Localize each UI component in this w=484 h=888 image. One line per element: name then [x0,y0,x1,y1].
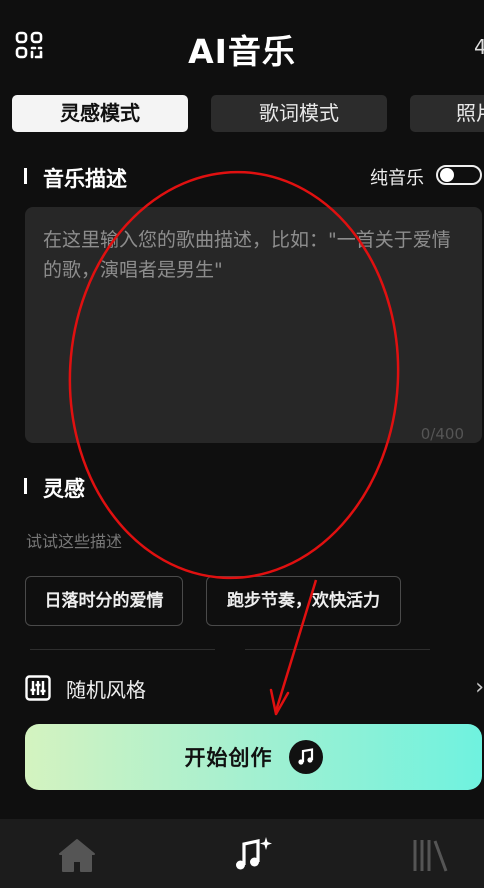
header-edge-text: 4 [474,35,484,59]
mode-tabs: 灵感模式 歌词模式 照片 [0,95,484,133]
app-header: AI音乐 4 [0,0,484,92]
character-counter: 0/400 [420,425,464,443]
bottom-nav [0,819,484,888]
random-style-row[interactable]: 随机风格 › [25,673,484,703]
inspiration-section-title: 灵感 [43,477,85,501]
random-style-label: 随机风格 [66,678,146,702]
music-sparkle-icon[interactable] [232,835,274,875]
inspiration-chip[interactable]: 跑步节奏，欢快活力 [206,576,401,626]
home-icon[interactable] [58,837,96,873]
music-note-icon [288,740,323,774]
create-button-content: 开始创作 [25,724,482,790]
page-title: AI音乐 [188,32,296,71]
description-placeholder: 在这里输入您的歌曲描述，比如："一首关于爱情的歌，演唱者是男生" [43,229,451,281]
tab-lyrics-mode[interactable]: 歌词模式 [211,95,387,132]
library-icon[interactable] [410,837,450,873]
inspiration-subtext: 试试这些描述 [26,532,123,551]
description-input[interactable]: 在这里输入您的歌曲描述，比如："一首关于爱情的歌，演唱者是男生" 0/400 [25,207,482,443]
tab-inspiration-mode[interactable]: 灵感模式 [12,95,188,132]
start-create-button[interactable]: 开始创作 [25,724,482,790]
chip-row-divider [30,649,215,650]
inspiration-chip[interactable]: 日落时分的爱情 [25,576,183,626]
tab-photo-mode[interactable]: 照片 [410,95,484,132]
create-button-label: 开始创作 [184,746,273,770]
pure-music-label: 纯音乐 [370,168,424,189]
section-bar [24,168,27,184]
description-section-title: 音乐描述 [43,167,127,191]
chip-row-divider [245,649,430,650]
chevron-right-icon: › [475,675,484,700]
sliders-icon [25,675,51,701]
toggle-knob [440,168,454,182]
section-bar [24,478,27,494]
pure-music-toggle[interactable] [436,165,482,185]
